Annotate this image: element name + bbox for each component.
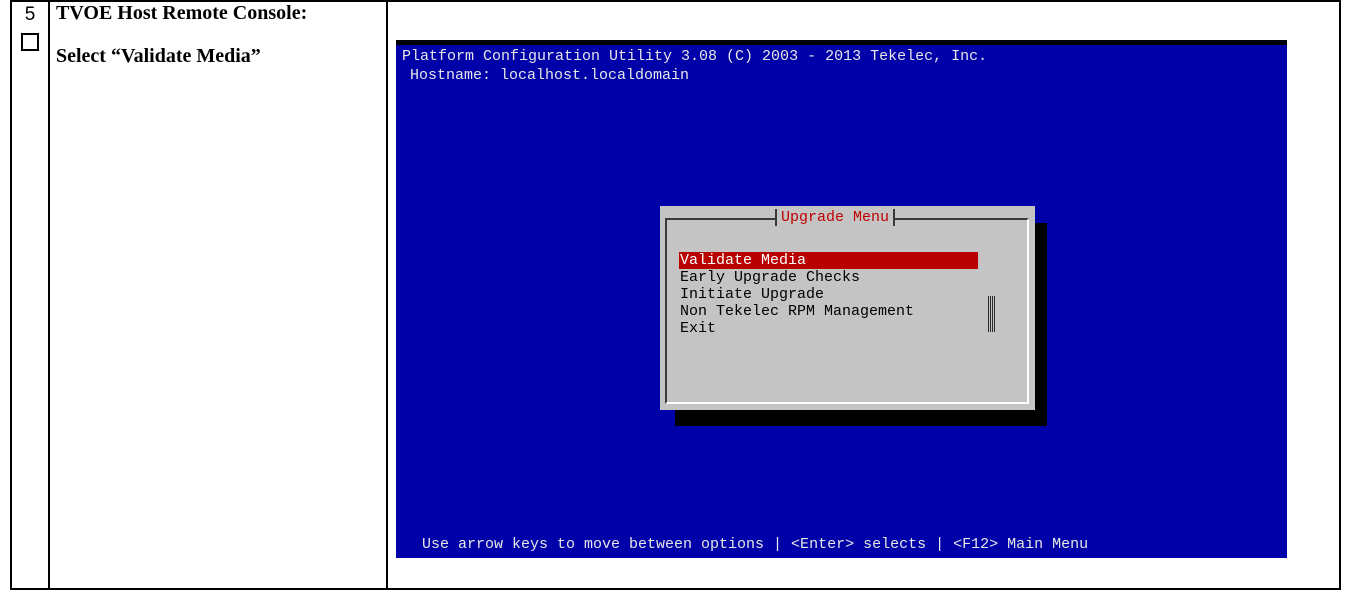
step-action: Select “Validate Media” [56,45,261,67]
terminal-hostname: Hostname: localhost.localdomain [410,67,690,84]
instruction-cell: TVOE Host Remote Console: Select “Valida… [48,0,388,590]
menu-item-early-upgrade-checks[interactable]: Early Upgrade Checks [679,269,978,286]
procedure-table: 5 TVOE Host Remote Console: Select “Vali… [10,0,1341,590]
menu-item-validate-media[interactable]: Validate Media [679,252,978,269]
step-title: TVOE Host Remote Console: [56,2,308,24]
terminal-header: Platform Configuration Utility 3.08 (C) … [402,48,988,65]
step-checkbox[interactable] [21,33,39,51]
menu-list: Validate Media Early Upgrade Checks Init… [679,252,978,337]
menu-item-non-tekelec-rpm-management[interactable]: Non Tekelec RPM Management [679,303,978,320]
step-number: 5 [24,4,36,25]
scrollbar-thumb[interactable] [988,296,995,332]
screenshot-cell: Platform Configuration Utility 3.08 (C) … [386,0,1341,590]
terminal-screen: Platform Configuration Utility 3.08 (C) … [396,40,1287,558]
dialog-title: Upgrade Menu [775,209,896,226]
step-cell: 5 [10,0,50,590]
menu-item-initiate-upgrade[interactable]: Initiate Upgrade [679,286,978,303]
upgrade-menu-dialog: Upgrade Menu Validate Media Early Upgrad… [660,206,1035,410]
menu-item-exit[interactable]: Exit [679,320,978,337]
terminal-footer-hint: Use arrow keys to move between options |… [422,536,1089,553]
